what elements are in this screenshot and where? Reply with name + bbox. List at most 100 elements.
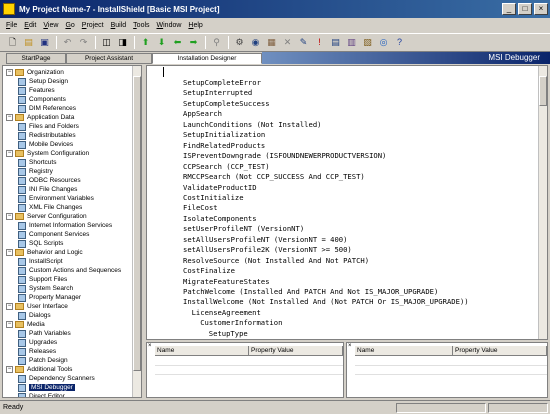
sequence-line[interactable]: AppSearch (183, 109, 222, 118)
run-icon[interactable]: ▤ (329, 36, 342, 49)
error-icon[interactable]: ! (313, 36, 326, 49)
distribute-icon[interactable]: ▧ (361, 36, 374, 49)
sequence-line[interactable]: CostFinalize (183, 266, 235, 275)
sequence-line[interactable]: SetupCompleteSuccess (183, 99, 270, 108)
sequence-line[interactable]: CustomerInformation (200, 318, 282, 327)
collapse-icon[interactable]: − (6, 321, 13, 328)
tree-item-ini-file-changes[interactable]: INI File Changes (3, 185, 77, 194)
tree-item-odbc-resources[interactable]: ODBC Resources (3, 176, 81, 185)
sequence-line[interactable]: RMCCPSearch (Not CCP_SUCCESS And CCP_TES… (183, 172, 365, 181)
sequence-line[interactable]: ISPreventDowngrade (ISFOUNDNEWERPRODUCTV… (183, 151, 386, 160)
collapse-icon[interactable]: − (6, 114, 13, 121)
property-row[interactable] (155, 365, 343, 366)
tree-item-files-and-folders[interactable]: Files and Folders (3, 122, 79, 131)
tree-scrollbar[interactable] (132, 66, 141, 397)
close-icon[interactable]: × (148, 343, 153, 349)
package-icon[interactable]: ▦ (265, 36, 278, 49)
property-panel-left[interactable]: × Name Property Value (146, 342, 344, 398)
tree-item-setup-design[interactable]: Setup Design (3, 77, 68, 86)
sequence-line[interactable]: setAllUsersProfileNT (VersionNT = 400) (183, 235, 347, 244)
sequence-line[interactable]: PatchWelcome (Installed And PATCH And No… (183, 287, 438, 296)
debug-icon[interactable]: ▥ (345, 36, 358, 49)
tab-start-page[interactable]: StartPage (6, 53, 66, 64)
msi-debugger-editor[interactable]: SetupCompleteError SetupInterrupted SetupC… (146, 65, 548, 340)
tree-item-additional-tools[interactable]: − Additional Tools (3, 365, 72, 374)
tree-item-media[interactable]: − Media (3, 320, 45, 329)
column-name[interactable]: Name (355, 346, 453, 355)
sequence-line[interactable]: InstallWelcome (Not Installed And (Not P… (183, 297, 469, 306)
tree-item-direct-editor[interactable]: Direct Editor (3, 392, 65, 397)
tree-item-shortcuts[interactable]: Shortcuts (3, 158, 56, 167)
installshield-app-icon[interactable] (3, 3, 15, 15)
tree-item-support-files[interactable]: Support Files (3, 275, 67, 284)
collapse-icon[interactable]: − (6, 213, 13, 220)
sequence-line[interactable]: IsolateComponents (183, 214, 257, 223)
collapse-icon[interactable]: − (6, 366, 13, 373)
property-row[interactable] (355, 374, 547, 375)
help-icon[interactable]: ? (393, 36, 406, 49)
tree-item-environment-variables[interactable]: Environment Variables (3, 194, 94, 203)
wand-icon[interactable]: ⚲ (210, 36, 223, 49)
menu-project[interactable]: Project (82, 22, 104, 29)
down-arrow-icon[interactable]: ⬇ (155, 36, 168, 49)
compile-icon[interactable]: ◉ (249, 36, 262, 49)
editor-scrollbar[interactable] (538, 66, 547, 339)
tree-scrollbar-thumb[interactable] (133, 76, 141, 371)
undo-icon[interactable]: ↶ (61, 36, 74, 49)
menu-window[interactable]: Window (157, 22, 182, 29)
save-icon[interactable]: ▣ (38, 36, 51, 49)
tree-item-releases[interactable]: Releases (3, 347, 56, 356)
tree-item-dependency-scanners[interactable]: Dependency Scanners (3, 374, 95, 383)
sequence-line[interactable]: CostInitialize (183, 193, 244, 202)
tree-item-xml-file-changes[interactable]: XML File Changes (3, 203, 82, 212)
menu-build[interactable]: Build (111, 22, 127, 29)
sequence-line[interactable]: SetupInterrupted (183, 88, 252, 97)
open-folder-icon[interactable]: ▤ (22, 36, 35, 49)
tree-item-patch-design[interactable]: Patch Design (3, 356, 68, 365)
menu-go[interactable]: Go (65, 22, 74, 29)
tree-item-components[interactable]: Components (3, 95, 66, 104)
tab-project-assistant[interactable]: Project Assistant (66, 53, 152, 64)
sequence-line[interactable]: setUserProfileNT (VersionNT) (183, 224, 304, 233)
tree-item-path-variables[interactable]: Path Variables (3, 329, 71, 338)
sequence-line[interactable]: SetupCompleteError (183, 78, 261, 87)
sequence-line[interactable]: ResolveSource (Not Installed And Not PAT… (183, 256, 369, 265)
column-property-value[interactable]: Property Value (453, 346, 547, 355)
close-icon[interactable]: × (348, 343, 353, 349)
sequence-line[interactable]: SetupInitialization (183, 130, 265, 139)
property-panel-right[interactable]: × Name Property Value (346, 342, 548, 398)
tree-item-mobile-devices[interactable]: Mobile Devices (3, 140, 73, 149)
minimize-button[interactable]: _ (502, 3, 516, 15)
up-arrow-icon[interactable]: ⬆ (139, 36, 152, 49)
column-property-value[interactable]: Property Value (249, 346, 343, 355)
sequence-line[interactable]: SetupType (209, 329, 248, 338)
menu-file[interactable]: File (6, 22, 17, 29)
sequence-line[interactable]: ValidateProductID (183, 183, 257, 192)
forward-arrow-icon[interactable]: ➡ (187, 36, 200, 49)
tree-item-features[interactable]: Features (3, 86, 55, 95)
sequence-line[interactable]: setAllUsersProfile2K (VersionNT >= 500) (183, 245, 352, 254)
sequence-line[interactable]: MigrateFeatureStates (183, 277, 270, 286)
tree-item-msi-debugger[interactable]: MSI Debugger (3, 383, 75, 392)
tree-item-installscript[interactable]: InstallScript (3, 257, 63, 266)
tree-item-user-interface[interactable]: − User Interface (3, 302, 68, 311)
new-project-icon[interactable]: 🗋 (6, 36, 19, 49)
tree-item-dim-references[interactable]: DIM References (3, 104, 76, 113)
tree-item-system-configuration[interactable]: − System Configuration (3, 149, 89, 158)
sequence-line[interactable]: LaunchConditions (Not Installed) (183, 120, 321, 129)
tree-item-custom-actions[interactable]: Custom Actions and Sequences (3, 266, 121, 275)
close-button[interactable]: × (534, 3, 548, 15)
menu-help[interactable]: Help (188, 22, 202, 29)
validate-icon[interactable]: ✎ (297, 36, 310, 49)
collapse-icon[interactable]: − (6, 303, 13, 310)
tree-item-system-search[interactable]: System Search (3, 284, 73, 293)
tab-installation-designer[interactable]: Installation Designer (152, 53, 262, 64)
menu-view[interactable]: View (43, 22, 58, 29)
stop-build-icon[interactable]: ✕ (281, 36, 294, 49)
tree-item-dialogs[interactable]: Dialogs (3, 311, 51, 320)
collapse-icon[interactable]: − (6, 150, 13, 157)
sequence-line[interactable]: FindRelatedProducts (183, 141, 265, 150)
maximize-button[interactable]: □ (518, 3, 532, 15)
back-arrow-icon[interactable]: ⬅ (171, 36, 184, 49)
collapse-icon[interactable]: − (6, 69, 13, 76)
